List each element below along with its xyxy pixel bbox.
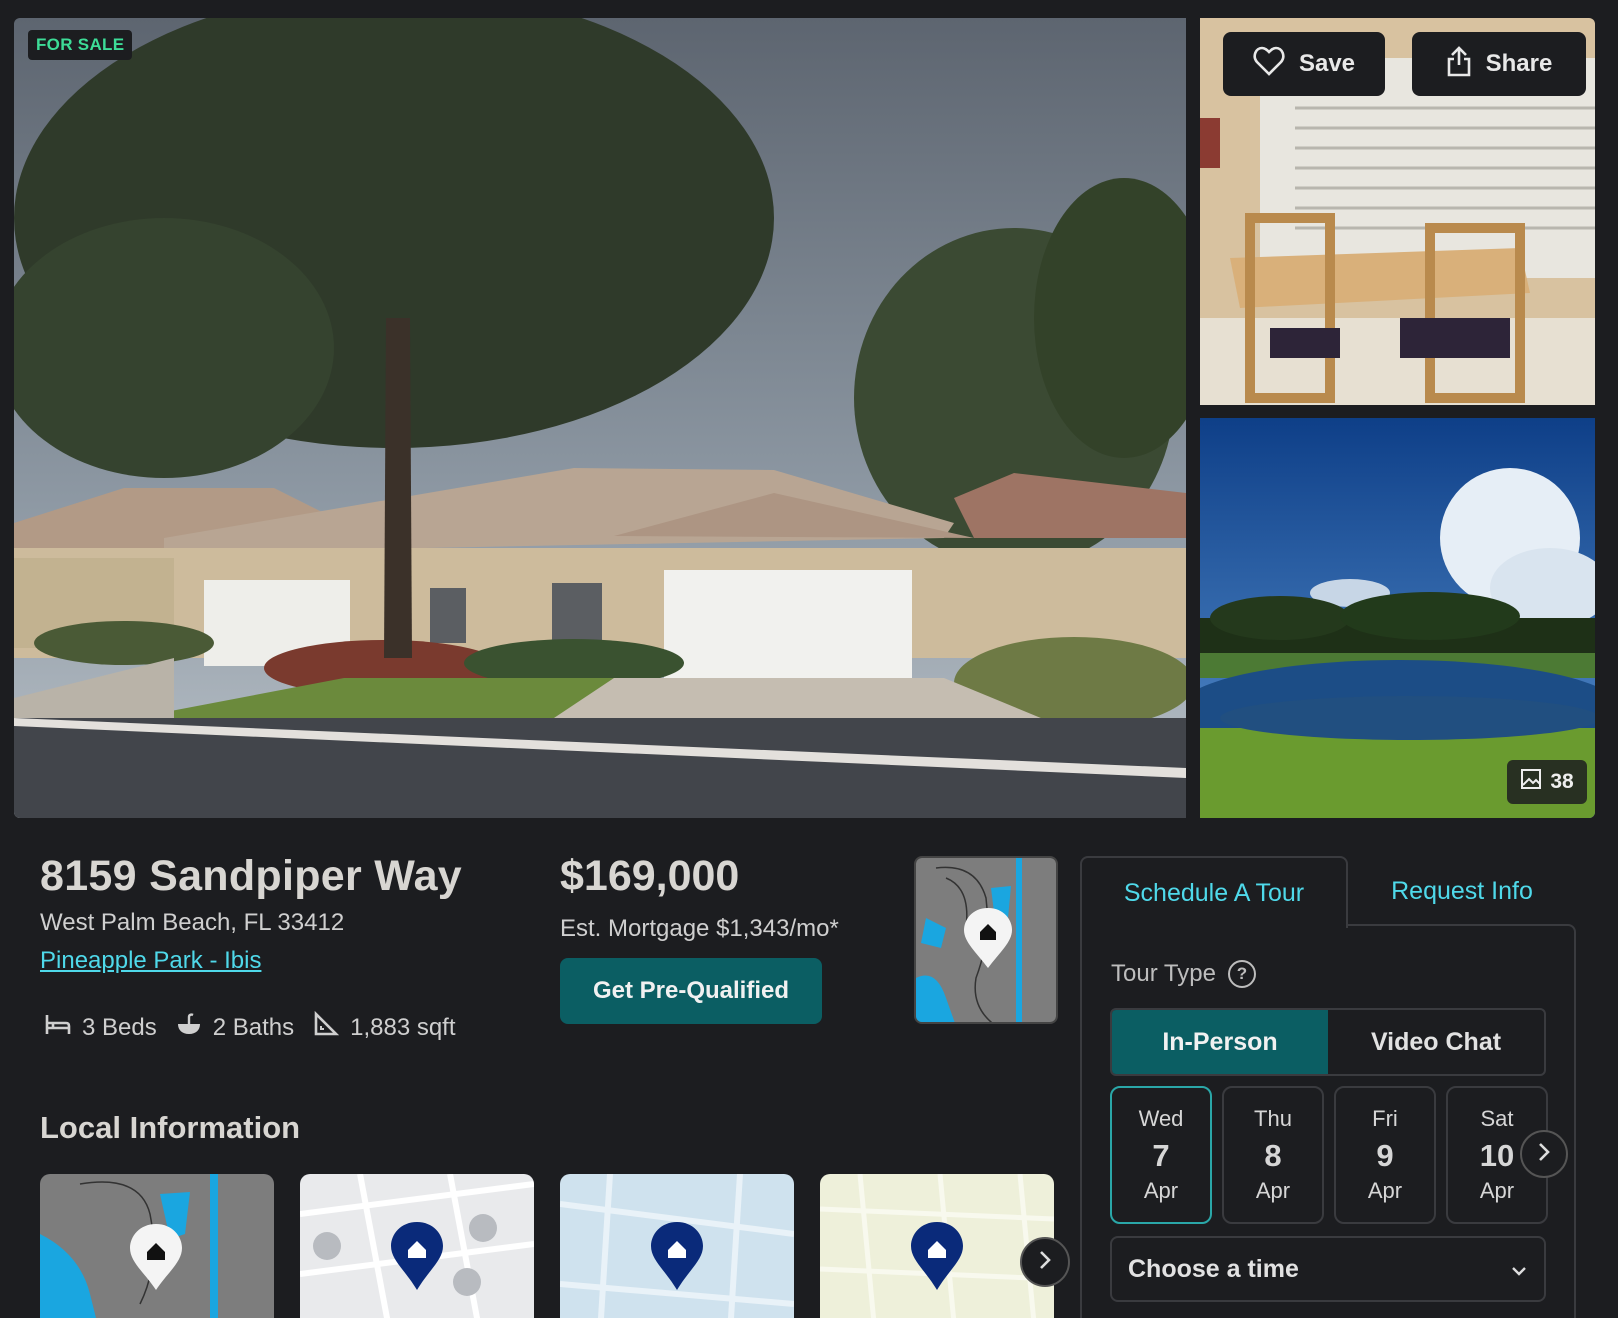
save-button[interactable]: Save [1223, 32, 1385, 96]
time-select-value: Choose a time [1128, 1254, 1299, 1283]
local-information-heading: Local Information [40, 1110, 301, 1145]
bath-icon [175, 1010, 203, 1045]
photo-gallery: FOR SALE Save Share 38 [0, 0, 1618, 820]
save-label: Save [1298, 50, 1356, 77]
beds-value: 3 Beds [82, 1013, 157, 1041]
chevron-down-icon [1510, 1255, 1528, 1284]
tab-schedule-a-tour[interactable]: Schedule A Tour [1080, 856, 1348, 928]
help-icon[interactable]: ? [1227, 960, 1256, 988]
property-mini-map[interactable] [914, 856, 1058, 1024]
date-day: 9 [1376, 1138, 1394, 1173]
date-month: Apr [1143, 1178, 1179, 1203]
listing-price: $169,000 [560, 852, 740, 900]
chevron-right-icon [1038, 1249, 1052, 1276]
chevron-right-icon [1537, 1141, 1551, 1168]
tour-type-toggle: In-Person Video Chat [1110, 1008, 1546, 1076]
dates-next-button[interactable] [1520, 1130, 1568, 1178]
sqft-value: 1,883 sqft [350, 1013, 456, 1041]
get-pre-qualified-button[interactable]: Get Pre-Qualified [560, 958, 822, 1024]
date-month: Apr [1255, 1178, 1291, 1203]
date-day: 8 [1264, 1138, 1282, 1173]
tour-type-text: Tour Type [1111, 960, 1216, 987]
address-title: 8159 Sandpiper Way [40, 852, 463, 900]
share-button[interactable]: Share [1412, 32, 1586, 96]
local-card-transit-map[interactable] [560, 1174, 794, 1318]
local-card-area-map[interactable] [40, 1174, 274, 1318]
date-month: Apr [1479, 1178, 1515, 1203]
main-house-photo[interactable] [14, 18, 1186, 818]
photo-count-button[interactable]: 38 [1507, 760, 1587, 804]
date-option[interactable]: Fri 9 Apr [1334, 1086, 1436, 1224]
local-card-amenities-map[interactable] [820, 1174, 1054, 1318]
local-carousel-next-button[interactable] [1020, 1237, 1070, 1287]
baths-value: 2 Baths [212, 1013, 295, 1041]
date-day: 7 [1152, 1138, 1170, 1173]
for-sale-badge: FOR SALE [28, 30, 133, 60]
sqft-stat: 1,883 sqft [312, 1010, 456, 1045]
choose-time-select[interactable]: Choose a time [1110, 1236, 1546, 1302]
image-icon [1520, 768, 1542, 796]
share-label: Share [1485, 50, 1553, 77]
golf-course-pond-photo[interactable] [1200, 418, 1595, 818]
date-weekday: Wed [1138, 1106, 1184, 1131]
baths-stat: 2 Baths [175, 1010, 294, 1045]
beds-stat: 3 Beds [44, 1010, 157, 1045]
local-card-schools-map[interactable] [300, 1174, 534, 1318]
address-city: West Palm Beach, FL 33412 [40, 909, 345, 936]
in-person-option[interactable]: In-Person [1112, 1010, 1328, 1074]
date-option[interactable]: Wed 7 Apr [1110, 1086, 1212, 1224]
sqft-icon [312, 1010, 340, 1045]
tab-request-info[interactable]: Request Info [1348, 856, 1576, 926]
date-month: Apr [1367, 1178, 1403, 1203]
video-chat-option[interactable]: Video Chat [1328, 1010, 1544, 1074]
estimated-mortgage: Est. Mortgage $1,343/mo* [560, 915, 839, 942]
date-weekday: Sat [1480, 1106, 1514, 1131]
share-icon [1446, 45, 1472, 84]
bed-icon [44, 1010, 72, 1045]
neighborhood-link[interactable]: Pineapple Park - Ibis [40, 947, 261, 975]
date-weekday: Thu [1254, 1106, 1292, 1131]
photo-count-value: 38 [1550, 770, 1574, 793]
date-option[interactable]: Thu 8 Apr [1222, 1086, 1324, 1224]
property-stats: 3 Beds 2 Baths 1,883 sqft [44, 1010, 474, 1045]
date-day: 10 [1479, 1138, 1515, 1173]
heart-icon [1253, 46, 1285, 83]
tour-type-label: Tour Type ? [1111, 960, 1256, 988]
date-weekday: Fri [1372, 1106, 1398, 1131]
